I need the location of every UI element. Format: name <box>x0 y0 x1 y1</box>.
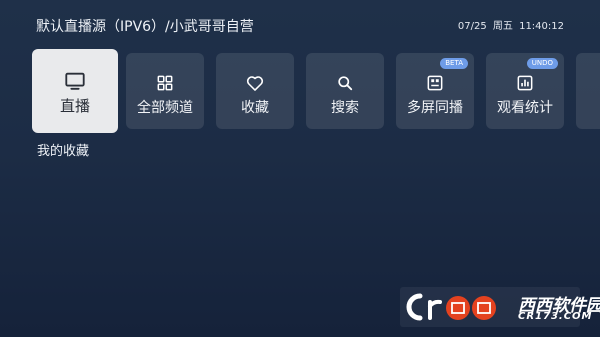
menu-item-label: 全部频道 <box>137 100 193 116</box>
menu-item-label: 搜索 <box>331 100 359 116</box>
menu-item-favorites[interactable]: 收藏 <box>216 53 294 129</box>
menu-item-label: 收藏 <box>241 100 269 116</box>
search-icon <box>338 76 353 91</box>
top-bar: 默认直播源（IPV6）/小武哥哥自营 07/25 周五 11:40:12 <box>0 0 600 48</box>
main-menu: 直播 全部频道 收藏 搜索 BETA 多屏同播 UNDO 观看统计 <box>32 49 600 133</box>
site-watermark: 西西软件园 CR173.COM <box>400 287 600 327</box>
beta-badge: BETA <box>440 58 468 69</box>
source-title[interactable]: 默认直播源（IPV6）/小武哥哥自营 <box>36 18 254 36</box>
chart-icon <box>517 75 533 91</box>
menu-item-label: 直播 <box>59 97 90 115</box>
menu-item-live[interactable]: 直播 <box>32 49 118 133</box>
menu-item-search[interactable]: 搜索 <box>306 53 384 129</box>
menu-item-more[interactable] <box>576 53 600 129</box>
menu-item-label: 观看统计 <box>497 100 553 116</box>
menu-item-watch-stats[interactable]: UNDO 观看统计 <box>486 53 564 129</box>
menu-item-multi-screen[interactable]: BETA 多屏同播 <box>396 53 474 129</box>
clock-weekday: 周五 <box>492 21 513 32</box>
menu-item-all-channels[interactable]: 全部频道 <box>126 53 204 129</box>
undo-badge: UNDO <box>526 58 558 69</box>
grid-icon <box>157 75 173 91</box>
clock: 07/25 周五 11:40:12 <box>458 20 564 34</box>
watermark-url: CR173.COM <box>518 311 593 322</box>
heart-icon <box>246 76 264 91</box>
clock-date: 07/25 <box>457 21 487 32</box>
favorites-section-title: 我的收藏 <box>37 144 90 159</box>
clock-time: 11:40:12 <box>519 21 564 32</box>
tv-icon <box>65 72 85 90</box>
watermark-logo <box>406 293 496 321</box>
multi-screen-icon <box>427 75 443 91</box>
menu-item-label: 多屏同播 <box>407 100 463 116</box>
